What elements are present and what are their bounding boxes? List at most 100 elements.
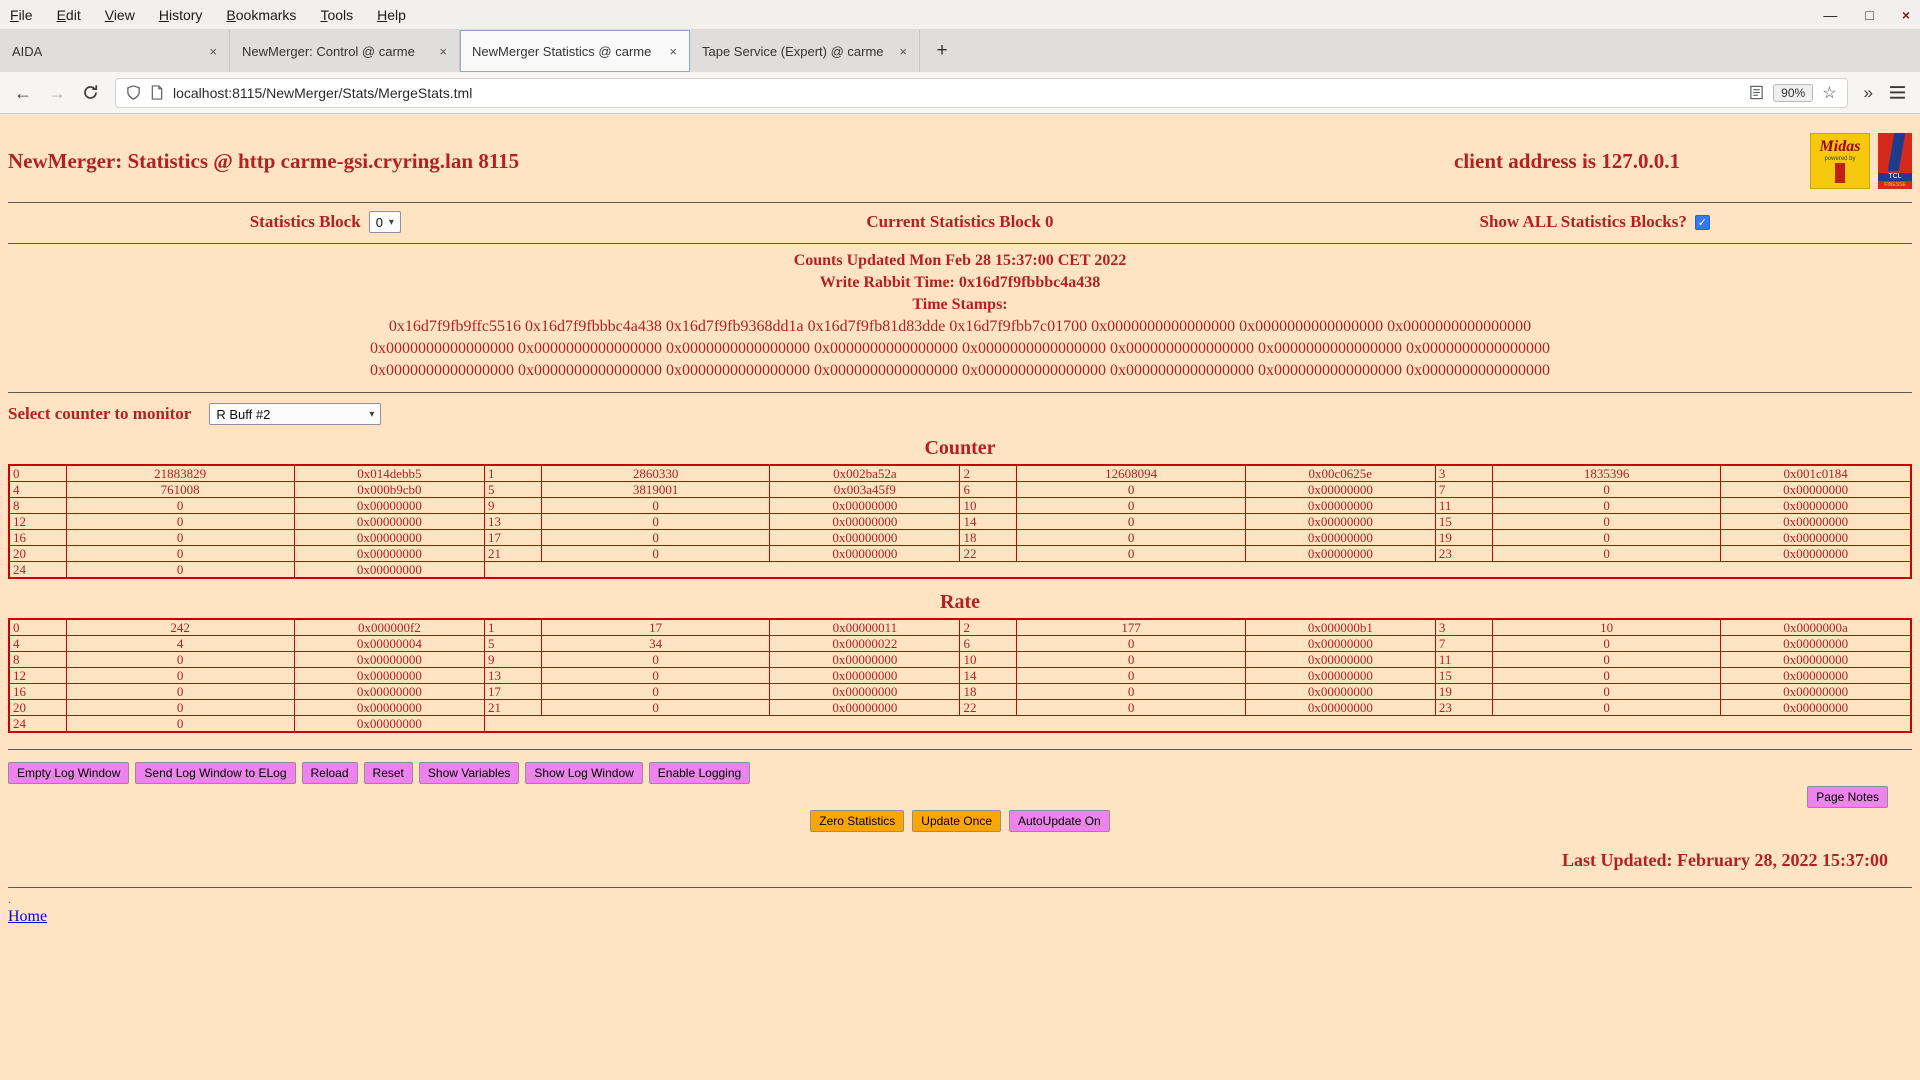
show-variables-button[interactable]: Show Variables xyxy=(419,762,520,784)
shield-icon[interactable] xyxy=(126,85,141,100)
menu-tools[interactable]: Tools xyxy=(320,7,353,23)
tab-close-icon[interactable]: × xyxy=(669,44,677,59)
browser-menubar: FileEditViewHistoryBookmarksToolsHelp — … xyxy=(0,0,1920,30)
page-notes-row: Page Notes xyxy=(8,786,1888,808)
rate-hex-cell: 0x00000000 xyxy=(1245,652,1435,668)
counter-value-cell: 0 xyxy=(66,546,294,562)
tab[interactable]: NewMerger Statistics @ carme× xyxy=(460,30,690,72)
send-log-window-to-elog-button[interactable]: Send Log Window to ELog xyxy=(135,762,295,784)
counter-value-cell: 0 xyxy=(1017,530,1245,546)
time-stamps-line: 0x0000000000000000 0x0000000000000000 0x… xyxy=(8,360,1912,382)
time-stamps-lines: 0x16d7f9fb9ffc5516 0x16d7f9fbbbc4a438 0x… xyxy=(8,316,1912,382)
statistics-block-select[interactable]: 0 ▾ xyxy=(369,211,401,233)
menu-file[interactable]: File xyxy=(10,7,33,23)
counter-index-cell: 1 xyxy=(484,465,541,482)
rate-hex-cell: 0x00000000 xyxy=(770,668,960,684)
tab-title: NewMerger: Control @ carme xyxy=(242,44,431,59)
counter-value-cell: 0 xyxy=(66,498,294,514)
new-tab-button[interactable]: + xyxy=(920,30,964,72)
counter-value-cell: 0 xyxy=(542,530,770,546)
zero-statistics-button[interactable]: Zero Statistics xyxy=(810,810,904,832)
counter-monitor-select[interactable]: R Buff #2 ▾ xyxy=(209,403,381,425)
reload-icon[interactable] xyxy=(82,84,99,101)
page-info-icon[interactable] xyxy=(150,85,164,100)
counter-value-cell: 21883829 xyxy=(66,465,294,482)
back-icon[interactable]: ← xyxy=(14,84,32,102)
close-icon[interactable]: × xyxy=(1902,7,1910,23)
rate-value-cell: 4 xyxy=(66,636,294,652)
rate-hex-cell: 0x000000b1 xyxy=(1245,619,1435,636)
counter-index-cell: 5 xyxy=(484,482,541,498)
home-link[interactable]: Home xyxy=(8,908,47,925)
log-buttons-row: Empty Log Window Send Log Window to ELog R… xyxy=(8,762,1912,784)
reload-button[interactable]: Reload xyxy=(302,762,358,784)
counter-value-cell: 0 xyxy=(1492,514,1720,530)
show-log-window-button[interactable]: Show Log Window xyxy=(525,762,642,784)
rate-value-cell: 0 xyxy=(1017,700,1245,716)
rate-value-cell: 0 xyxy=(1017,652,1245,668)
empty-log-window-button[interactable]: Empty Log Window xyxy=(8,762,129,784)
menu-bookmarks[interactable]: Bookmarks xyxy=(226,7,296,23)
rate-value-cell: 0 xyxy=(542,668,770,684)
show-all-blocks-checkbox[interactable]: ✓ xyxy=(1695,215,1710,230)
home-line: Home xyxy=(8,908,1912,926)
tab[interactable]: NewMerger: Control @ carme × xyxy=(230,30,460,72)
counter-index-cell: 7 xyxy=(1435,482,1492,498)
maximize-icon[interactable]: □ xyxy=(1865,7,1873,23)
reader-mode-icon[interactable] xyxy=(1749,85,1764,100)
menu-edit[interactable]: Edit xyxy=(57,7,81,23)
reset-button[interactable]: Reset xyxy=(364,762,413,784)
tab-close-icon[interactable]: × xyxy=(439,44,447,59)
page-content: NewMerger: Statistics @ http carme-gsi.c… xyxy=(0,114,1920,1080)
update-once-button[interactable]: Update Once xyxy=(912,810,1001,832)
overflow-menu-icon[interactable]: » xyxy=(1864,83,1873,103)
counter-row: 0218838290x014debb5128603300x002ba52a212… xyxy=(9,465,1911,482)
counter-heading: Counter xyxy=(8,437,1912,460)
url-text[interactable]: localhost:8115/NewMerger/Stats/MergeStat… xyxy=(173,85,1740,101)
counter-hex-cell: 0x00000000 xyxy=(1245,514,1435,530)
tab-close-icon[interactable]: × xyxy=(899,44,907,59)
rate-index-cell: 6 xyxy=(960,636,1017,652)
rate-index-cell: 18 xyxy=(960,684,1017,700)
rate-index-cell: 14 xyxy=(960,668,1017,684)
minimize-icon[interactable]: — xyxy=(1823,7,1837,23)
menu-history[interactable]: History xyxy=(159,7,203,23)
counter-row: 2400x00000000 xyxy=(9,562,1911,579)
rate-index-cell: 19 xyxy=(1435,684,1492,700)
zoom-level-button[interactable]: 90% xyxy=(1773,84,1813,102)
menu-help[interactable]: Help xyxy=(377,7,406,23)
autoupdate-on-button[interactable]: AutoUpdate On xyxy=(1009,810,1110,832)
bookmark-star-icon[interactable]: ☆ xyxy=(1822,83,1836,103)
tab-close-icon[interactable]: × xyxy=(209,44,217,59)
url-bar[interactable]: localhost:8115/NewMerger/Stats/MergeStat… xyxy=(115,78,1848,108)
rate-hex-cell: 0x00000000 xyxy=(1245,668,1435,684)
page-notes-button[interactable]: Page Notes xyxy=(1807,786,1888,808)
counter-value-cell: 761008 xyxy=(66,482,294,498)
hamburger-menu-icon[interactable] xyxy=(1889,85,1906,100)
rate-row: 2400x00000000 xyxy=(9,716,1911,733)
rate-value-cell: 0 xyxy=(542,700,770,716)
counter-index-cell: 24 xyxy=(9,562,66,579)
counter-value-cell: 0 xyxy=(1017,514,1245,530)
update-buttons-row: Zero Statistics Update Once AutoUpdate On xyxy=(8,810,1912,832)
tab[interactable]: Tape Service (Expert) @ carme× xyxy=(690,30,920,72)
rate-value-cell: 0 xyxy=(66,716,294,733)
client-address: client address is 127.0.0.1 xyxy=(1454,149,1680,174)
tab-strip: AIDA×NewMerger: Control @ carme×NewMerge… xyxy=(0,30,920,72)
enable-logging-button[interactable]: Enable Logging xyxy=(649,762,750,784)
counter-hex-cell: 0x000b9cb0 xyxy=(294,482,484,498)
rate-index-cell: 4 xyxy=(9,636,66,652)
tcl-logo: TCL FINESSE xyxy=(1878,133,1912,189)
tab[interactable]: AIDA× xyxy=(0,30,230,72)
rate-index-cell: 21 xyxy=(484,700,541,716)
menu-view[interactable]: View xyxy=(105,7,135,23)
counter-hex-cell: 0x00000000 xyxy=(294,514,484,530)
rate-row: 440x000000045340x00000022600x00000000700… xyxy=(9,636,1911,652)
tcl-logo-label: TCL xyxy=(1878,173,1912,181)
divider xyxy=(8,202,1912,203)
rate-index-cell: 11 xyxy=(1435,652,1492,668)
rate-value-cell: 0 xyxy=(1492,636,1720,652)
logos: Midas powered by TCL FINESSE xyxy=(1810,133,1912,189)
counter-hex-cell: 0x00000000 xyxy=(1245,546,1435,562)
counter-index-cell: 21 xyxy=(484,546,541,562)
